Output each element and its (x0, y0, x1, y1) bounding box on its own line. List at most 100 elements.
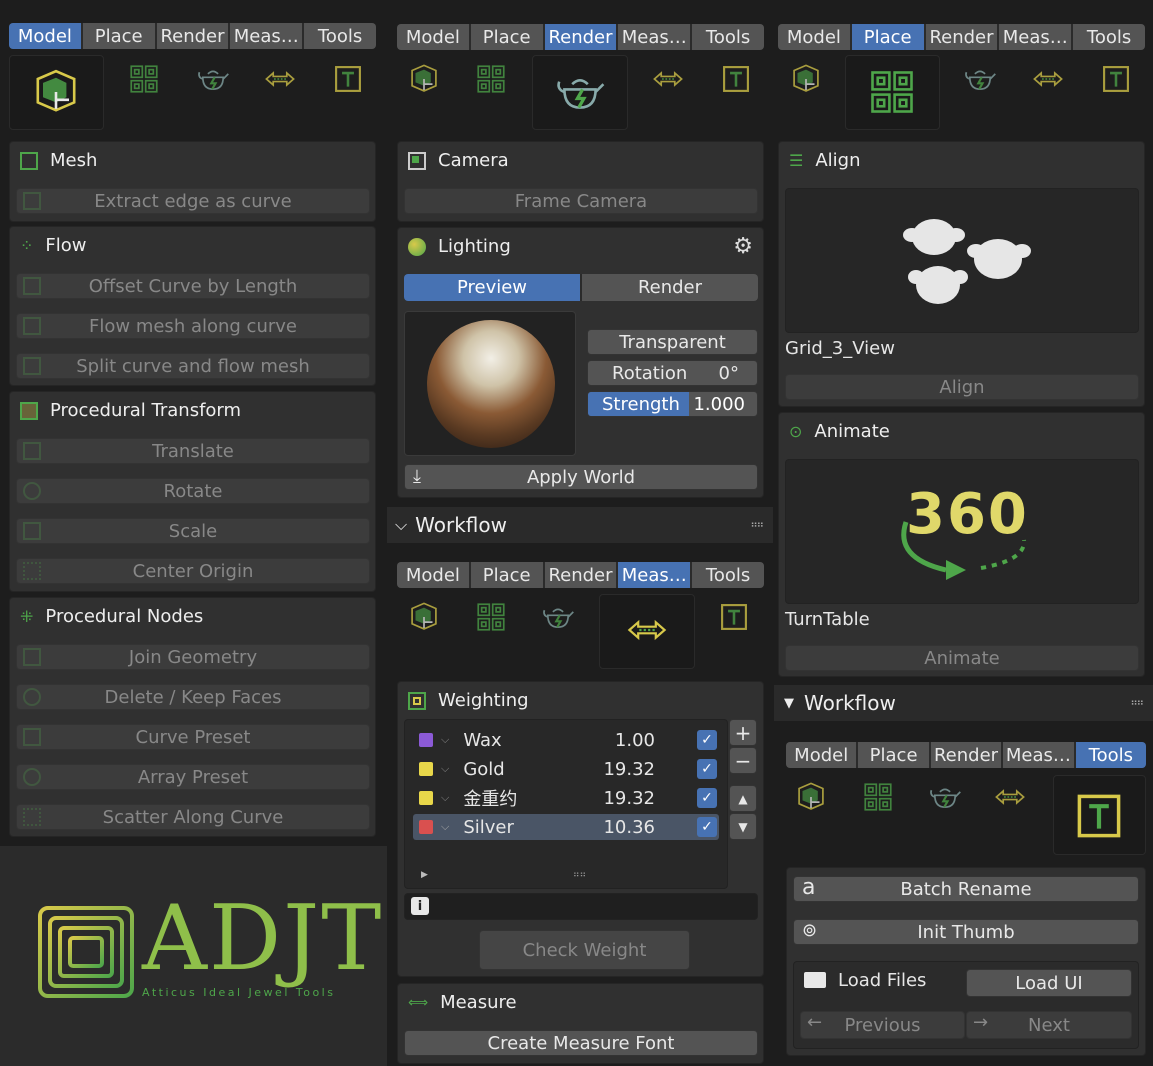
tools-text-icon[interactable] (1098, 62, 1134, 96)
tab-model[interactable]: Model (397, 24, 469, 50)
rotate-button[interactable]: Rotate (16, 478, 370, 504)
tab-render[interactable]: Render (156, 23, 229, 49)
tab-place[interactable]: Place (851, 24, 924, 50)
tab-tools[interactable]: Tools (1075, 742, 1146, 768)
tab-meas[interactable]: Meas… (1003, 742, 1074, 768)
array-preset-button[interactable]: Array Preset (16, 764, 370, 790)
tab-render[interactable]: Render (582, 274, 758, 301)
tools-text-icon[interactable] (716, 600, 752, 634)
expand-arrow-icon[interactable]: ▶ (421, 870, 428, 880)
model-cube-icon[interactable] (793, 780, 829, 814)
scatter-along-curve-button[interactable]: Scatter Along Curve (16, 804, 370, 830)
tab-model[interactable]: Model (778, 24, 850, 50)
curve-preset-button[interactable]: Curve Preset (16, 724, 370, 750)
measure-arrows-icon[interactable] (617, 608, 677, 652)
tab-meas[interactable]: Meas… (618, 24, 691, 50)
split-curve-button[interactable]: Split curve and flow mesh (16, 353, 370, 379)
tab-tools[interactable]: Tools (304, 23, 376, 49)
place-grid-icon[interactable] (861, 780, 895, 814)
list-item-selected[interactable]: ⌵ Silver 10.36 ✓ (413, 814, 719, 840)
model-cube-icon[interactable] (788, 62, 824, 96)
transparent-toggle[interactable]: Transparent (587, 329, 758, 355)
align-button[interactable]: Align (785, 374, 1139, 400)
material-checkbox[interactable]: ✓ (697, 817, 717, 837)
drag-grip-icon[interactable]: ⠶⠶ (750, 520, 764, 531)
tab-render[interactable]: Render (925, 24, 998, 50)
delete-keep-faces-button[interactable]: Delete / Keep Faces (16, 684, 370, 710)
tab-meas[interactable]: Meas… (618, 562, 691, 588)
center-origin-button[interactable]: Center Origin (16, 558, 370, 584)
offset-curve-button[interactable]: Offset Curve by Length (16, 273, 370, 299)
load-ui-button[interactable]: Load UI (966, 969, 1132, 997)
chevron-down-icon[interactable]: ⌵ (441, 733, 449, 747)
tab-render[interactable]: Render (544, 562, 617, 588)
tab-model[interactable]: Model (9, 23, 81, 49)
model-cube-icon[interactable] (406, 600, 442, 634)
move-down-button[interactable]: ▼ (729, 813, 757, 840)
rotation-field[interactable]: Rotation 0° (587, 360, 758, 386)
settings-gear-icon[interactable]: ⚙ (733, 234, 753, 259)
model-cube-icon[interactable] (406, 62, 442, 96)
tab-model[interactable]: Model (397, 562, 469, 588)
create-measure-font-button[interactable]: Create Measure Font (404, 1030, 758, 1056)
apply-world-button[interactable]: ⤓ Apply World (404, 464, 758, 490)
add-item-button[interactable]: + (729, 719, 757, 746)
next-button[interactable]: → Next (966, 1011, 1132, 1039)
chevron-down-icon[interactable]: ⌵ (441, 791, 449, 805)
move-up-button[interactable]: ▲ (729, 785, 757, 812)
previous-button[interactable]: ← Previous (800, 1011, 965, 1039)
measure-arrows-icon[interactable] (1028, 62, 1068, 96)
tab-place[interactable]: Place (470, 562, 543, 588)
place-grid-icon[interactable] (866, 66, 918, 118)
scale-button[interactable]: Scale (16, 518, 370, 544)
workflow-header[interactable]: ⌵ Workflow ⠶⠶ (387, 507, 773, 543)
measure-arrows-icon[interactable] (648, 62, 688, 96)
strength-slider[interactable]: Strength 1.000 (587, 391, 758, 417)
chevron-down-icon[interactable]: ⌵ (441, 820, 449, 834)
tab-preview[interactable]: Preview (404, 274, 580, 301)
tools-text-icon[interactable] (330, 62, 366, 96)
tab-model[interactable]: Model (786, 742, 857, 768)
list-item[interactable]: ⌵ Gold 19.32 ✓ (413, 756, 719, 782)
workflow-header[interactable]: ▼ Workflow ⠶⠶ (774, 685, 1153, 721)
model-cube-icon[interactable] (30, 66, 82, 118)
place-grid-icon[interactable] (474, 600, 508, 634)
tab-tools[interactable]: Tools (692, 562, 764, 588)
place-grid-icon[interactable] (474, 62, 508, 96)
tab-place[interactable]: Place (82, 23, 155, 49)
join-geometry-button[interactable]: Join Geometry (16, 644, 370, 670)
remove-item-button[interactable]: − (729, 747, 757, 774)
tab-place[interactable]: Place (470, 24, 543, 50)
render-teapot-icon[interactable] (553, 66, 607, 118)
animate-button[interactable]: Animate (785, 645, 1139, 671)
tools-text-icon[interactable] (718, 62, 754, 96)
check-weight-button[interactable]: Check Weight (479, 930, 690, 970)
render-teapot-icon[interactable] (927, 780, 963, 814)
tab-render[interactable]: Render (930, 742, 1002, 768)
tab-tools[interactable]: Tools (692, 24, 764, 50)
init-thumb-button[interactable]: ⊚ Init Thumb (793, 919, 1139, 945)
material-checkbox[interactable]: ✓ (697, 730, 717, 750)
render-teapot-icon[interactable] (962, 62, 998, 96)
material-checkbox[interactable]: ✓ (697, 788, 717, 808)
drag-grip-icon[interactable]: ⠶⠶ (1130, 698, 1144, 709)
list-item[interactable]: ⌵ 金重约 19.32 ✓ (413, 785, 719, 811)
list-resize-grip[interactable]: ⠶⠶ (573, 870, 586, 880)
flow-mesh-button[interactable]: Flow mesh along curve (16, 313, 370, 339)
batch-rename-button[interactable]: a Batch Rename (793, 875, 1139, 902)
measure-arrows-icon[interactable] (990, 780, 1030, 814)
tab-render[interactable]: Render (544, 24, 617, 50)
translate-button[interactable]: Translate (16, 438, 370, 464)
material-checkbox[interactable]: ✓ (697, 759, 717, 779)
tab-place[interactable]: Place (858, 742, 929, 768)
tab-meas[interactable]: Meas… (230, 23, 303, 49)
place-grid-icon[interactable] (127, 62, 161, 96)
render-teapot-icon[interactable] (540, 600, 576, 634)
tools-text-icon[interactable] (1070, 788, 1128, 844)
frame-camera-button[interactable]: Frame Camera (404, 188, 758, 214)
tab-tools[interactable]: Tools (1073, 24, 1145, 50)
measure-arrows-icon[interactable] (260, 62, 300, 96)
extract-edge-button[interactable]: Extract edge as curve (16, 188, 370, 214)
tab-meas[interactable]: Meas… (999, 24, 1072, 50)
chevron-down-icon[interactable]: ⌵ (441, 762, 449, 776)
